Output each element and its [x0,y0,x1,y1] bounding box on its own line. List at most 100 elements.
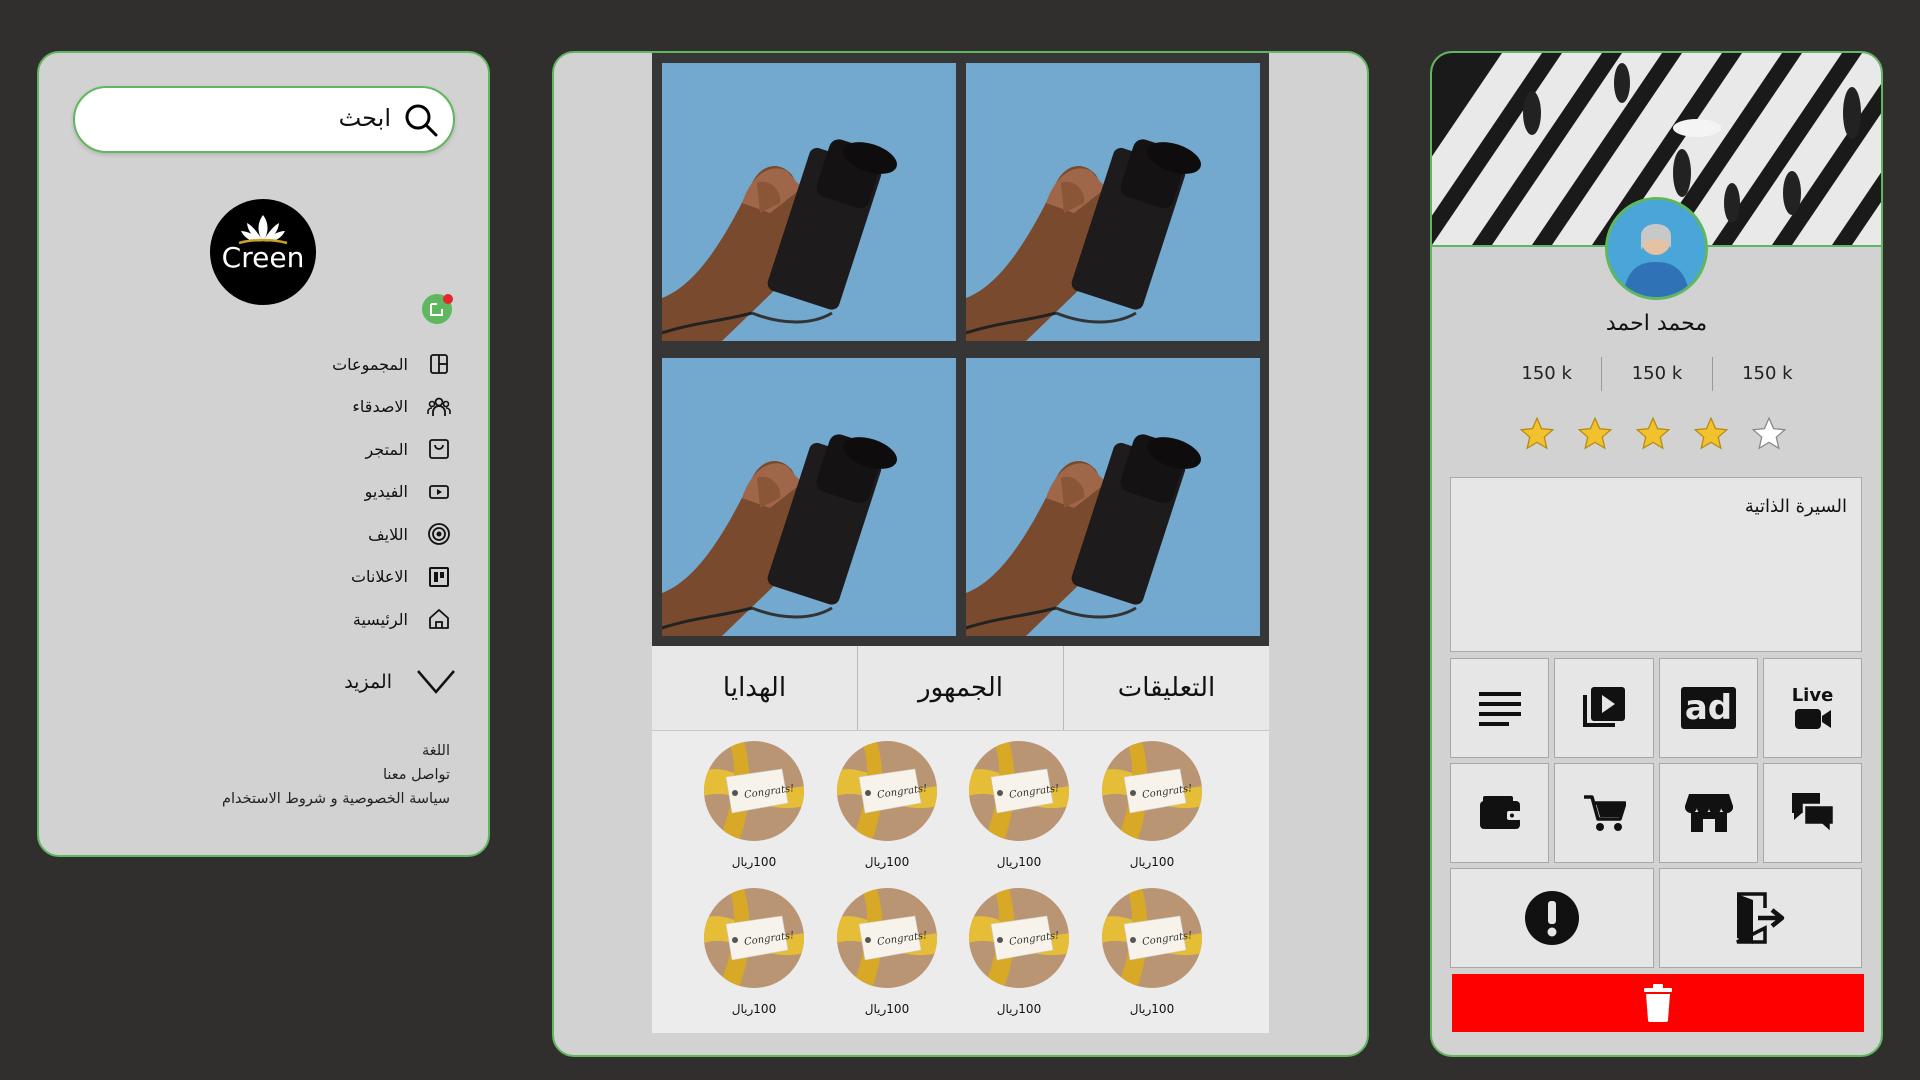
more-label: المزيد [344,671,392,693]
star-empty-icon[interactable] [1750,415,1788,453]
report-button[interactable] [1450,868,1654,968]
trash-icon [1644,984,1672,1022]
content-panel: الهدايا الجمهور التعليقات 100ريال 100ريا… [552,51,1369,1057]
gift-price: 100ريال [731,855,777,869]
sidebar-item-video[interactable]: الفيديو [332,471,452,514]
search-placeholder: ابحث [338,104,391,132]
logout-button[interactable] [1659,868,1862,968]
sidebar-item-ads[interactable]: الاعلانات [332,556,452,599]
stat-value[interactable]: 150 k [1601,357,1711,391]
chevron-down-icon [417,670,455,694]
gift-price: 100ريال [996,855,1042,869]
post-photo[interactable] [966,63,1260,341]
gift-item[interactable]: 100ريال [964,741,1074,869]
gift-price: 100ريال [996,1002,1042,1016]
footer-links: اللغة تواصل معنا سياسة الخصوصية و شروط ا… [222,739,450,811]
wallet-button[interactable] [1450,763,1549,863]
posts-list-button[interactable] [1450,658,1549,758]
live-icon [428,523,450,546]
gift-price: 100ريال [1129,1002,1175,1016]
sidebar-item-label: الاصدقاء [352,397,408,417]
home-icon [429,609,449,630]
rating-stars [1518,415,1788,453]
profile-panel: محمد احمد 150 k 150 k 150 k السيرة الذات… [1430,51,1883,1057]
shop-button[interactable] [1659,763,1758,863]
tab-comments[interactable]: التعليقات [1063,646,1269,730]
store-icon [429,439,449,460]
gift-image [704,888,804,988]
gift-price: 100ريال [1129,855,1175,869]
gift-item[interactable]: 100ريال [1097,888,1207,1016]
sidebar-item-live[interactable]: اللايف [332,513,452,556]
sidebar-item-label: اللايف [368,524,408,544]
privacy-link[interactable]: سياسة الخصوصية و شروط الاستخدام [222,787,450,811]
gift-image [969,888,1069,988]
bio-box[interactable]: السيرة الذاتية [1450,477,1862,652]
list-icon [1478,692,1521,726]
language-link[interactable]: اللغة [222,739,450,763]
sidebar-item-home[interactable]: الرئيسية [332,598,452,641]
live-label: Live [1791,684,1834,706]
photo-grid [652,53,1269,646]
post-photo[interactable] [662,63,956,341]
videos-button[interactable] [1554,658,1654,758]
gift-item[interactable]: 100ريال [699,741,809,869]
tab-audience[interactable]: الجمهور [857,646,1063,730]
avatar[interactable] [1605,197,1708,300]
gift-item[interactable]: 100ريال [964,888,1074,1016]
logout-icon [1735,892,1784,944]
tab-gifts[interactable]: الهدايا [652,646,857,730]
sidebar-item-label: الاعلانات [350,567,408,587]
star-filled-icon[interactable] [1692,415,1730,453]
chat-button[interactable] [1763,763,1862,863]
profile-name: محمد احمد [1605,311,1708,336]
gift-image [837,888,937,988]
post-photo[interactable] [966,358,1260,636]
contact-link[interactable]: تواصل معنا [222,763,450,787]
stat-value[interactable]: 150 k [1711,357,1822,391]
video-camera-icon [1794,708,1831,729]
sidebar-item-friends[interactable]: الاصدقاء [332,386,452,429]
sidebar-item-store[interactable]: المتجر [332,428,452,471]
stat-value[interactable]: 150 k [1492,357,1601,391]
gift-item[interactable]: 100ريال [1097,741,1207,869]
delete-account-button[interactable] [1452,974,1864,1032]
star-filled-icon[interactable] [1518,415,1556,453]
post-photo[interactable] [662,358,956,636]
app-logo[interactable]: Creen [210,199,316,305]
sidebar-nav: المجموعات الاصدقاء المتجر الفيديو اللايف… [332,343,452,641]
chat-icon [1791,793,1835,835]
cart-icon [1584,795,1626,831]
bio-label: السيرة الذاتية [1744,496,1847,517]
ads-button[interactable]: ad [1659,658,1758,758]
live-button[interactable]: Live [1763,658,1862,758]
storefront-icon [1684,794,1733,832]
alert-icon [1525,891,1579,945]
video-icon [429,484,449,499]
search-input[interactable]: ابحث [73,86,455,153]
logo-wordmark: Creen [221,241,305,274]
gift-item[interactable]: 100ريال [832,741,942,869]
gift-item[interactable]: 100ريال [699,888,809,1016]
content-tabs: الهدايا الجمهور التعليقات [652,646,1269,730]
left-sidebar: ابحث Creen المجموعات الاصدقاء المتجر الف… [37,51,490,857]
gift-image [969,741,1069,841]
sidebar-item-label: المجموعات [332,354,408,374]
gift-item[interactable]: 100ريال [832,888,942,1016]
more-toggle[interactable]: المزيد [344,669,456,695]
ads-icon [429,566,449,587]
notification-icon[interactable] [421,293,453,325]
sidebar-item-label: الرئيسية [352,609,408,629]
search-icon[interactable] [403,102,439,138]
gift-price: 100ريال [731,1002,777,1016]
gift-image [837,741,937,841]
friends-icon [427,397,451,416]
gift-list: 100ريال 100ريال 100ريال 100ريال 100ريال … [652,730,1269,1033]
sidebar-item-groups[interactable]: المجموعات [332,343,452,386]
cart-button[interactable] [1554,763,1654,863]
gift-image [1102,888,1202,988]
star-filled-icon[interactable] [1576,415,1614,453]
star-filled-icon[interactable] [1634,415,1672,453]
video-library-icon [1583,687,1625,727]
gift-price: 100ريال [864,1002,910,1016]
